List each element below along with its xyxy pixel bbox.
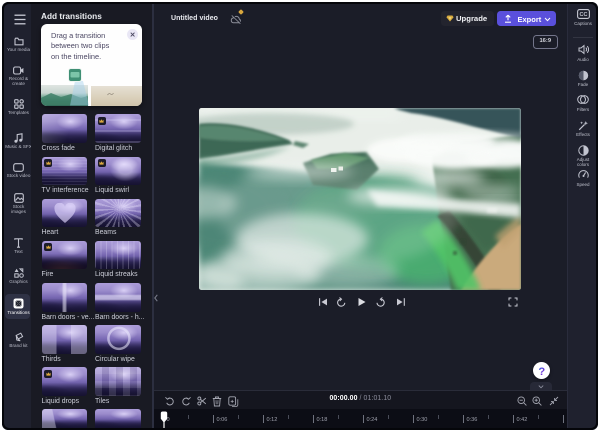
svg-text:?: ? [538,365,545,377]
svg-text:CC: CC [579,12,587,18]
